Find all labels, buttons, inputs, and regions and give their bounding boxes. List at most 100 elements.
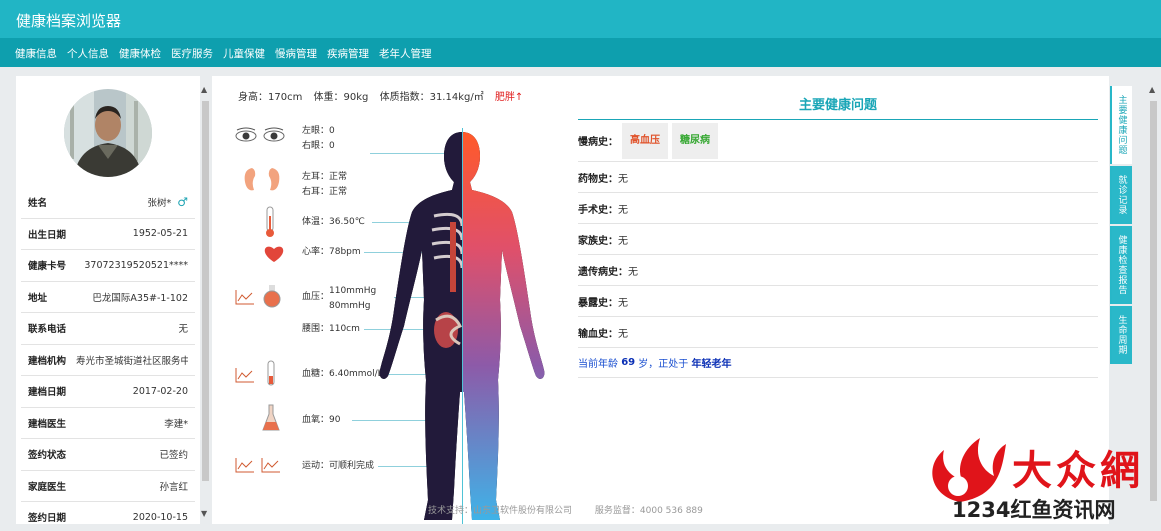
- profile-row-phone: 联系电话 无: [21, 313, 195, 345]
- watermark-logo: 大众網 1234红鱼资讯网: [920, 432, 1158, 528]
- hypertension-tag[interactable]: 高血压: [622, 122, 668, 159]
- bmi-status: 肥胖↑: [494, 92, 524, 103]
- blood-pressure-label: 血压：: [302, 292, 330, 302]
- side-tab-exam-reports[interactable]: 健康检查报告: [1110, 226, 1132, 304]
- birth-date-label: 出生日期: [28, 229, 67, 241]
- exposure-history-label: 暴露史：: [578, 297, 618, 309]
- bmi-value: 体质指数：31.14kg/㎡: [379, 92, 484, 103]
- record-doctor-value: 李建*: [164, 418, 188, 430]
- profile-row-family-doctor: 家庭医生 孙言红: [21, 471, 195, 502]
- beaker-icon: [262, 404, 280, 431]
- transfusion-history-row: 输血史： 无: [578, 317, 1098, 348]
- trend-chart-icon[interactable]: [260, 456, 282, 474]
- family-history-label: 家族史：: [578, 235, 618, 247]
- main-nav: 健康信息 个人信息 健康体检 医疗服务 儿童保健 慢病管理 疾病管理 老年人管理: [0, 38, 1161, 67]
- name-value: 张树*: [147, 198, 172, 210]
- body-midline: [462, 128, 463, 524]
- watermark-brand-text: 大众網: [1012, 447, 1144, 494]
- profile-info-list: 姓名 张树* ♂ 出生日期 1952-05-21 健康卡号 3707231952…: [16, 187, 200, 524]
- exposure-history-row: 暴露史： 无: [578, 286, 1098, 317]
- weight-value: 体重：90kg: [313, 92, 369, 103]
- trend-chart-icon[interactable]: [234, 366, 256, 384]
- male-icon: ♂: [177, 195, 188, 210]
- profile-row-health-card: 健康卡号 37072319520521****: [21, 250, 195, 282]
- health-problems-panel: 主要健康问题 慢病史： 高血压 糖尿病 药物史： 无 手术史： 无 家族史： 无…: [578, 88, 1098, 378]
- service-supervision-text: 服务监督：4000 536 889: [594, 506, 703, 516]
- profile-panel: 姓名 张树* ♂ 出生日期 1952-05-21 健康卡号 3707231952…: [16, 76, 200, 524]
- oxygen-value: 血氧：90: [302, 415, 341, 425]
- scroll-up-arrow-icon[interactable]: ▲: [1149, 85, 1155, 94]
- trend-chart-icon[interactable]: [234, 288, 256, 306]
- age-prefix: 当前年龄: [578, 359, 618, 370]
- bp-diastolic-value: 80mmHg: [329, 301, 371, 311]
- genetic-history-label: 遗传病史：: [578, 266, 628, 278]
- profile-scrollbar[interactable]: ▲ ▼: [200, 83, 211, 524]
- medication-history-value: 无: [618, 173, 628, 185]
- side-tab-life-cycle[interactable]: 生命周期: [1110, 306, 1132, 364]
- birth-date-value: 1952-05-21: [132, 228, 188, 240]
- institution-value: 寿光市圣城街道社区服务中心: [76, 355, 188, 367]
- left-eye-value: 左眼：0: [302, 126, 335, 136]
- nav-item-physical-exam[interactable]: 健康体检: [119, 46, 161, 61]
- profile-row-record-doctor: 建档医生 李建*: [21, 408, 195, 439]
- left-ear-value: 左耳：正常: [302, 172, 348, 182]
- health-card-label: 健康卡号: [28, 261, 67, 273]
- address-value: 巴龙国际A35#-1-102: [92, 292, 188, 304]
- sign-date-label: 签约日期: [28, 513, 67, 524]
- scroll-down-arrow-icon[interactable]: ▼: [201, 509, 207, 518]
- nav-item-disease-management[interactable]: 疾病管理: [327, 46, 369, 61]
- nav-item-elderly-management[interactable]: 老年人管理: [379, 46, 432, 61]
- tech-support-text: 技术支持：山东卫软件股份有限公司: [428, 506, 573, 516]
- exercise-value: 运动：可顺利完成: [302, 461, 375, 471]
- profile-row-address: 地址 巴龙国际A35#-1-102: [21, 282, 195, 313]
- exposure-history-value: 无: [618, 297, 628, 309]
- temperature-value: 体温：36.50℃: [302, 217, 365, 227]
- vitals-summary: 身高：170cm 体重：90kg 体质指数：31.14kg/㎡ 肥胖↑: [238, 88, 531, 103]
- health-card-value: 37072319520521****: [84, 259, 188, 271]
- record-doctor-label: 建档医生: [28, 418, 67, 430]
- test-tube-icon: [267, 360, 275, 386]
- footer: 技术支持：山东卫软件股份有限公司 服务监督：4000 536 889: [428, 503, 723, 516]
- nav-item-personal-info[interactable]: 个人信息: [67, 46, 109, 61]
- age-mid-text: 岁，正处于: [638, 359, 689, 370]
- right-ear-value: 右耳：正常: [302, 187, 348, 197]
- heart-rate-value: 心率：78bpm: [302, 247, 361, 257]
- trend-chart-icon[interactable]: [234, 456, 256, 474]
- record-date-value: 2017-02-20: [132, 385, 188, 397]
- record-date-label: 建档日期: [28, 387, 67, 399]
- side-tab-visit-records[interactable]: 就诊记录: [1110, 166, 1132, 224]
- age-value: 69: [621, 357, 636, 368]
- flask-icon: [263, 285, 281, 308]
- profile-row-institution: 建档机构 寿光市圣城街道社区服务中心: [21, 345, 195, 376]
- scrollbar-thumb[interactable]: [202, 101, 209, 481]
- transfusion-history-label: 输血史：: [578, 328, 618, 340]
- phone-label: 联系电话: [28, 324, 67, 336]
- sign-status-value: 已签约: [159, 450, 188, 462]
- family-history-value: 无: [618, 235, 628, 247]
- profile-row-birth-date: 出生日期 1952-05-21: [21, 219, 195, 250]
- medication-history-row: 药物史： 无: [578, 162, 1098, 193]
- profile-row-sign-date: 签约日期 2020-10-15: [21, 502, 195, 524]
- transfusion-history-value: 无: [618, 328, 628, 340]
- institution-label: 建档机构: [28, 355, 67, 367]
- family-doctor-label: 家庭医生: [28, 481, 67, 493]
- nav-item-medical-service[interactable]: 医疗服务: [171, 46, 213, 61]
- profile-row-name: 姓名 张树* ♂: [21, 187, 195, 219]
- side-tab-health-problems[interactable]: 主要健康问题: [1110, 86, 1132, 164]
- profile-row-record-date: 建档日期 2017-02-20: [21, 376, 195, 408]
- genetic-history-value: 无: [628, 266, 638, 278]
- nav-item-health-info[interactable]: 健康信息: [15, 46, 57, 61]
- glucose-value: 血糖：6.40mmol/L: [302, 369, 383, 379]
- health-problems-title: 主要健康问题: [578, 88, 1098, 120]
- scroll-up-arrow-icon[interactable]: ▲: [201, 85, 207, 94]
- right-eye-value: 右眼：0: [302, 141, 335, 151]
- nav-item-child-care[interactable]: 儿童保健: [223, 46, 265, 61]
- name-label: 姓名: [28, 198, 48, 210]
- avatar: [64, 89, 152, 177]
- nav-item-chronic-management[interactable]: 慢病管理: [275, 46, 317, 61]
- eyes-icon: [235, 127, 285, 142]
- diabetes-tag[interactable]: 糖尿病: [672, 122, 718, 159]
- surgery-history-row: 手术史： 无: [578, 193, 1098, 224]
- chronic-disease-row: 慢病史： 高血压 糖尿病: [578, 120, 1098, 162]
- medication-history-label: 药物史：: [578, 173, 618, 185]
